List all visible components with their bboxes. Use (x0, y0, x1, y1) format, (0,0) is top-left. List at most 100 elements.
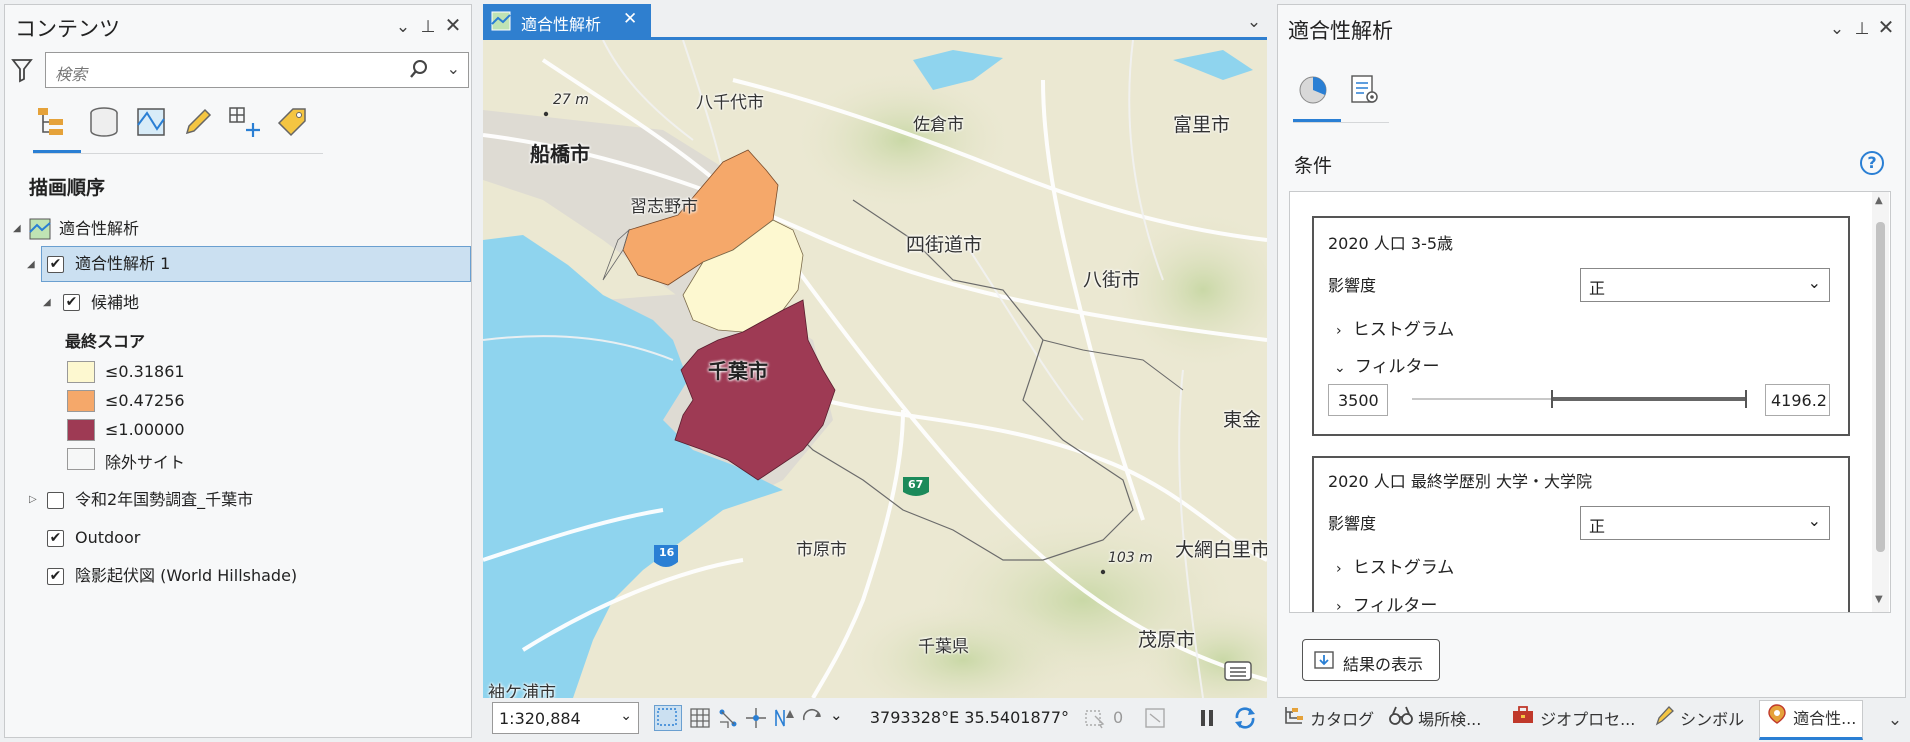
map-tab[interactable]: 適合性解析 ✕ (483, 4, 651, 37)
elevation-label-1: 27 m (553, 92, 589, 108)
more-tools-chevron-icon[interactable]: ⌄ (830, 706, 843, 724)
scale-chevron-icon: ⌄ (620, 708, 632, 724)
snapping-icon[interactable] (716, 706, 740, 734)
search-icon[interactable] (408, 58, 430, 84)
histogram-toggle[interactable]: › ヒストグラム (1336, 315, 1454, 340)
crosshair-icon[interactable] (744, 706, 768, 734)
influence-label: 影響度 (1328, 276, 1377, 295)
search-options-chevron-icon[interactable]: ⌄ (447, 59, 460, 78)
list-by-snapping-icon[interactable] (227, 105, 263, 143)
expand-sublayer-icon[interactable]: ◢ (43, 297, 51, 308)
tree-layer2-item[interactable]: 令和2年国勢調査_千葉市 (75, 486, 253, 514)
pause-icon[interactable] (1195, 706, 1219, 734)
layer-visibility-checkbox[interactable]: ✔ (47, 256, 64, 273)
list-by-labeling-icon[interactable] (275, 105, 309, 143)
filter-max-input[interactable]: 4196.2 (1765, 384, 1830, 416)
legend-label: ≤0.47256 (105, 391, 185, 410)
tab-locate-label: 場所検... (1418, 710, 1482, 729)
refresh-icon[interactable] (1231, 704, 1259, 736)
filter-toggle[interactable]: › フィルター (1336, 591, 1438, 613)
selected-features-icon[interactable] (1083, 706, 1107, 734)
expand-layer-icon[interactable]: ◢ (27, 259, 35, 270)
rotate-icon[interactable] (800, 706, 824, 734)
city-label-tomisato: 富里市 (1173, 114, 1231, 136)
pane-menu-chevron-icon[interactable]: ⌄ (393, 17, 413, 37)
tree-layer4-item[interactable]: 陰影起伏図 (World Hillshade) (75, 562, 297, 590)
filter-min-input[interactable]: 3500 (1328, 384, 1388, 416)
scrollbar-thumb[interactable] (1876, 222, 1885, 552)
pin-icon[interactable]: ⊥ (1852, 19, 1872, 39)
legend-swatch[interactable] (67, 361, 95, 383)
city-label-chiba: 千葉市 (708, 359, 768, 383)
pin-icon[interactable]: ⊥ (418, 17, 438, 37)
filter-toggle[interactable]: ⌄ フィルター (1334, 352, 1440, 377)
grid-icon[interactable] (688, 706, 712, 734)
city-label-yachimata: 八街市 (1083, 269, 1141, 291)
legend-label: ≤1.00000 (105, 420, 185, 439)
legend-swatch[interactable] (67, 448, 95, 470)
histogram-toggle[interactable]: › ヒストグラム (1336, 553, 1454, 578)
table-icon[interactable] (1143, 706, 1167, 734)
city-label-mobara: 茂原市 (1138, 629, 1196, 651)
suitability-pane: 適合性解析 ⌄ ⊥ ✕ 条件 ? 2020 人口 3-5歳 影響度 正 ⌄ › … (1277, 4, 1906, 698)
chevron-right-icon: › (1336, 323, 1342, 339)
close-icon[interactable]: ✕ (1876, 17, 1896, 37)
parameters-tab-icon[interactable] (1296, 73, 1330, 111)
influence-chevron-icon: ⌄ (1807, 511, 1821, 530)
legend-label: ≤0.31861 (105, 362, 185, 381)
sublayer-visibility-checkbox[interactable]: ✔ (63, 294, 80, 311)
tab-locate[interactable]: 場所検... (1389, 702, 1481, 738)
tree-sublayer-item[interactable]: 候補地 (91, 289, 139, 317)
layer3-visibility-checkbox[interactable]: ✔ (47, 530, 64, 547)
list-by-drawing-order-icon[interactable] (35, 105, 69, 143)
more-tabs-chevron-icon[interactable]: ⌄ (1885, 710, 1905, 730)
help-icon[interactable]: ? (1860, 151, 1884, 175)
north-arrow-icon[interactable] (772, 706, 796, 734)
reshape-tool-icon[interactable] (654, 705, 682, 731)
slider-min-handle[interactable] (1551, 390, 1553, 408)
settings-tab-icon[interactable] (1348, 73, 1382, 111)
layer4-visibility-checkbox[interactable]: ✔ (47, 568, 64, 585)
list-by-selection-icon[interactable] (135, 105, 169, 143)
tab-catalog[interactable]: カタログ (1283, 702, 1374, 738)
expand-map-icon[interactable]: ◢ (13, 223, 21, 234)
slider-max-handle[interactable] (1745, 390, 1747, 408)
criteria-scrollbar[interactable]: ▲ ▼ (1872, 192, 1889, 612)
tab-geoprocessing[interactable]: ジオプロセ... (1511, 702, 1635, 738)
filter-icon[interactable] (11, 57, 33, 87)
tree-map-item[interactable]: 適合性解析 (59, 215, 139, 243)
filter-range-slider[interactable] (1412, 386, 1747, 414)
layer2-visibility-checkbox[interactable] (47, 492, 64, 509)
list-by-source-icon[interactable] (87, 105, 121, 143)
influence-select[interactable]: 正 ⌄ (1580, 506, 1830, 540)
pane-menu-chevron-icon[interactable]: ⌄ (1827, 19, 1847, 39)
scale-select[interactable]: 1:320,884 ⌄ (492, 702, 639, 734)
chevron-right-icon: › (1336, 599, 1342, 613)
legend-swatch[interactable] (67, 419, 95, 441)
filter-label: フィルター (1352, 596, 1438, 613)
map-tabs-chevron-icon[interactable]: ⌄ (1244, 12, 1264, 32)
scroll-down-icon[interactable]: ▼ (1875, 594, 1883, 605)
legend-swatch[interactable] (67, 390, 95, 412)
close-icon[interactable]: ✕ (443, 15, 463, 35)
search-input[interactable]: 検索 ⌄ (45, 52, 469, 88)
tree-layer-item[interactable]: 適合性解析 1 (75, 250, 170, 278)
histogram-label: ヒストグラム (1352, 558, 1455, 578)
suitability-title: 適合性解析 (1288, 19, 1393, 43)
list-by-editing-icon[interactable] (181, 105, 215, 143)
map-tab-title: 適合性解析 (521, 15, 602, 34)
influence-select[interactable]: 正 ⌄ (1580, 268, 1830, 302)
city-label-yachiyo: 八千代市 (696, 93, 764, 113)
scroll-up-icon[interactable]: ▲ (1875, 195, 1883, 206)
map-tab-close-icon[interactable]: ✕ (623, 9, 637, 29)
map-canvas[interactable]: 27 m 船橋市 八千代市 佐倉市 富里市 習志野市 四街道市 八街市 千葉市 … (483, 40, 1267, 698)
city-label-sakura: 佐倉市 (913, 115, 964, 135)
filter-max-value: 4196.2 (1771, 391, 1827, 410)
tree-layer3-item[interactable]: Outdoor (75, 524, 140, 552)
tab-suitability[interactable]: 適合性... (1759, 700, 1864, 740)
show-results-button[interactable]: 結果の表示 (1302, 639, 1440, 681)
influence-value: 正 (1589, 279, 1606, 298)
attribution-icon[interactable] (1223, 657, 1253, 687)
expand-layer2-icon[interactable]: ▷ (29, 494, 37, 505)
tab-symbology[interactable]: シンボル (1653, 702, 1744, 738)
